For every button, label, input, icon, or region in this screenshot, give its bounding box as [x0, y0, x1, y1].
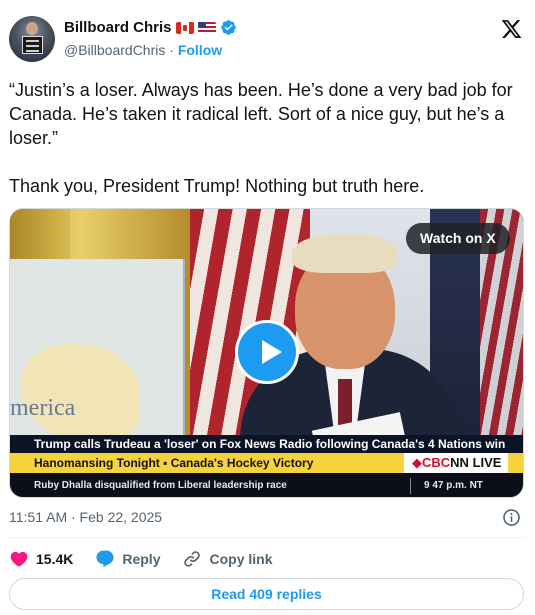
map-label: merica	[10, 395, 76, 421]
avatar-face	[26, 22, 38, 35]
copy-link-label: Copy link	[209, 551, 273, 567]
reply-bubble-icon	[96, 550, 114, 568]
handle-separator: ·	[169, 42, 174, 58]
like-button[interactable]: 15.4K	[9, 549, 73, 569]
read-replies-button[interactable]: Read 409 replies	[9, 578, 524, 610]
chyron-ticker: Ruby Dhalla disqualified from Liberal le…	[34, 480, 287, 491]
info-icon[interactable]	[502, 508, 521, 527]
tweet-card: Billboard Chris @BillboardChris · Follow…	[0, 0, 535, 615]
chyron-ticker-bar: Ruby Dhalla disqualified from Liberal le…	[10, 473, 523, 497]
chyron-time: 9 47 p.m. NT	[424, 480, 483, 491]
footer-divider	[9, 537, 524, 538]
video-player[interactable]: merica Watch on X Trump calls Trudeau a …	[9, 208, 524, 498]
action-bar: 15.4K Reply Copy link	[9, 548, 295, 570]
verified-badge-icon	[220, 20, 236, 35]
tweet-text: “Justin’s a loser. Always has been. He’s…	[9, 80, 513, 196]
map-landmass	[20, 344, 140, 444]
author-handle-row: @BillboardChris · Follow	[64, 42, 222, 58]
chyron-topic-bar: Hanomansing Tonight ▪ Canada's Hockey Vi…	[10, 453, 523, 473]
link-icon	[184, 551, 201, 567]
logo-suffix: LIVE	[468, 455, 502, 470]
heart-icon	[10, 551, 28, 567]
chyron-topic: Hanomansing Tonight ▪ Canada's Hockey Vi…	[34, 456, 314, 470]
reply-button[interactable]: Reply	[95, 549, 160, 569]
avatar-sign	[22, 36, 43, 54]
cbc-news-logo: ◆CBCNN LIVE	[404, 453, 508, 473]
follow-button[interactable]: Follow	[178, 42, 222, 58]
canada-flag-icon	[175, 21, 194, 34]
tweet-timestamp[interactable]: 11:51 AM · Feb 22, 2025	[9, 509, 162, 525]
author-name-row: Billboard Chris	[64, 19, 237, 36]
x-logo-icon[interactable]	[500, 18, 523, 40]
logo-prefix: ◆CBC	[412, 455, 451, 470]
play-icon[interactable]	[235, 320, 299, 384]
reply-label: Reply	[122, 551, 161, 567]
logo-mid: NN	[450, 455, 469, 470]
like-count: 15.4K	[36, 551, 74, 567]
author-avatar[interactable]	[9, 16, 55, 62]
watch-on-x-button[interactable]: Watch on X	[406, 223, 510, 254]
copy-link-button[interactable]: Copy link	[182, 549, 273, 569]
chyron-headline: Trump calls Trudeau a 'loser' on Fox New…	[10, 435, 523, 453]
us-flag-icon	[197, 21, 216, 34]
author-name[interactable]: Billboard Chris	[64, 19, 172, 36]
subject-hair	[292, 233, 398, 273]
chyron-divider	[410, 478, 411, 494]
author-handle[interactable]: @BillboardChris	[64, 42, 165, 58]
